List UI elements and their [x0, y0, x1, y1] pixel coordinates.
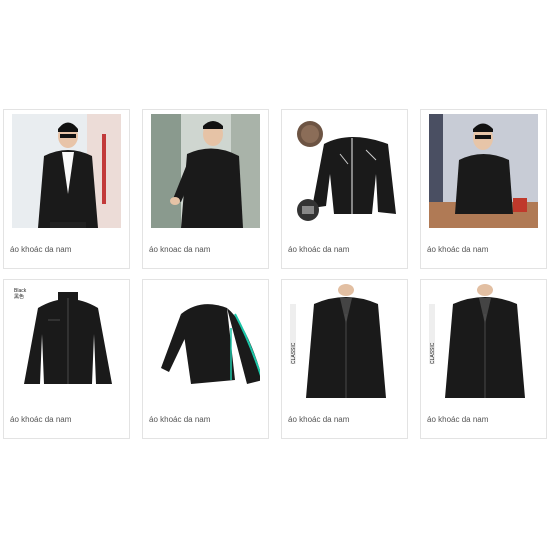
product-title[interactable]: áo khoác da nam	[288, 245, 349, 254]
product-image[interactable]: CLASSIC	[290, 284, 399, 398]
product-card[interactable]: áo khoác da nam	[281, 109, 408, 269]
product-card[interactable]: áo khoác da nam	[3, 109, 130, 269]
product-image[interactable]	[151, 114, 260, 228]
product-card[interactable]: CLASSIC áo khoác da nam	[281, 279, 408, 439]
product-card[interactable]: áo knoac da nam	[142, 109, 269, 269]
product-image[interactable]: Black 黑色	[12, 284, 121, 398]
product-card[interactable]: áo khoác da nam	[142, 279, 269, 439]
color-tag-cn: 黑色	[14, 293, 24, 300]
product-title[interactable]: áo khoác da nam	[427, 415, 488, 424]
side-text: CLASSIC	[430, 342, 436, 364]
product-card[interactable]: Black 黑色 áo khoác da nam	[3, 279, 130, 439]
product-title[interactable]: áo khoác da nam	[288, 415, 349, 424]
product-image[interactable]: CLASSIC	[429, 284, 538, 398]
side-text: CLASSIC	[291, 342, 297, 364]
product-card[interactable]: áo khoác da nam	[420, 109, 547, 269]
product-image[interactable]	[151, 284, 260, 398]
product-title[interactable]: áo khoác da nam	[149, 415, 210, 424]
product-card[interactable]: CLASSIC áo khoác da nam	[420, 279, 547, 439]
product-image[interactable]	[290, 114, 399, 228]
product-title[interactable]: áo khoác da nam	[427, 245, 488, 254]
product-title[interactable]: áo khoác da nam	[10, 245, 71, 254]
product-image[interactable]	[429, 114, 538, 228]
product-title[interactable]: áo knoac da nam	[149, 245, 210, 254]
product-title[interactable]: áo khoác da nam	[10, 415, 71, 424]
product-image[interactable]	[12, 114, 121, 228]
